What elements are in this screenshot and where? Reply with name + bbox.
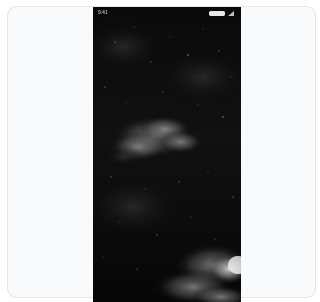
status-bar: 9:41 bbox=[93, 7, 241, 21]
status-time: 9:41 bbox=[98, 10, 108, 16]
night-sky-wallpaper bbox=[93, 7, 241, 302]
phone-screen: 9:41 bbox=[93, 7, 241, 302]
battery-icon bbox=[209, 11, 225, 16]
signal-icon bbox=[228, 11, 234, 16]
